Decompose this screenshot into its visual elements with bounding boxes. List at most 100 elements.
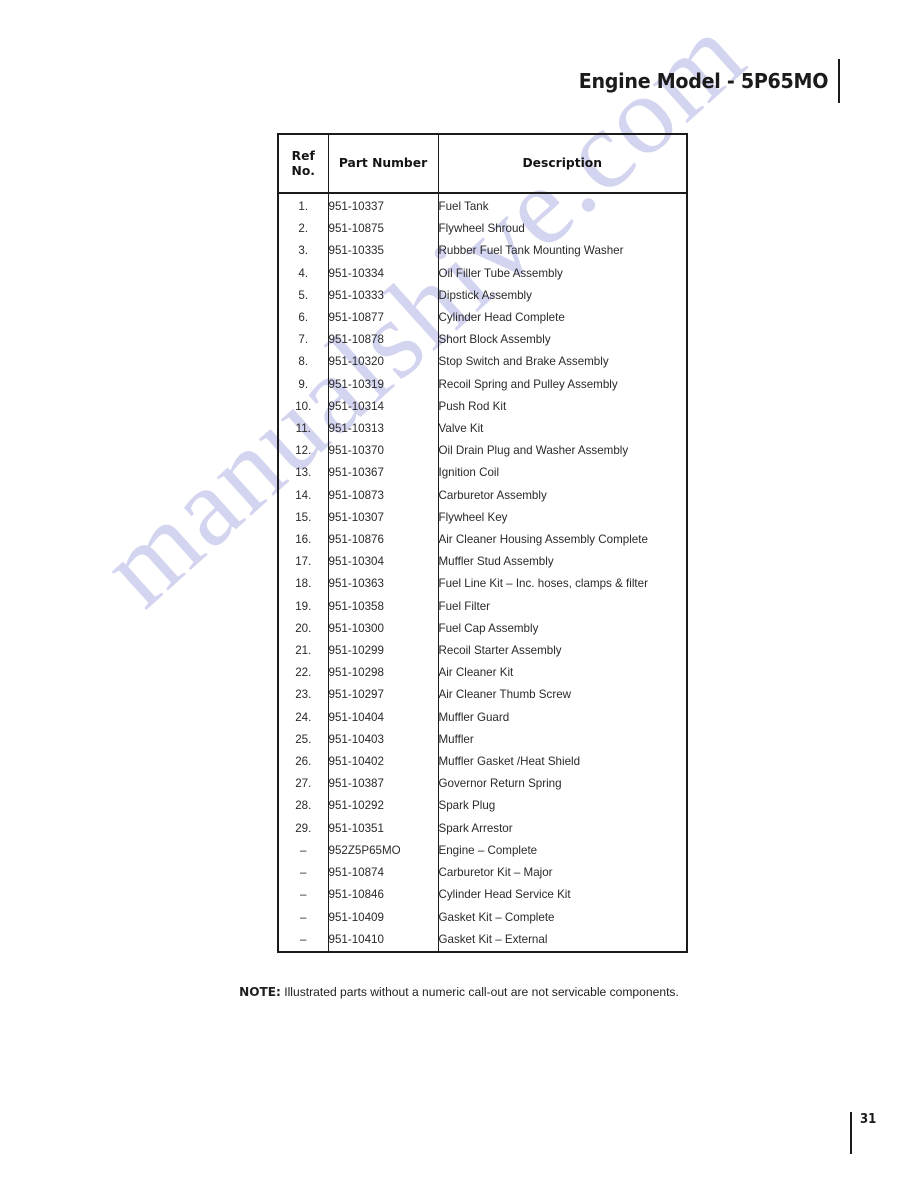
cell-ref-no: 5. (277, 284, 329, 308)
cell-part-number: 951-10846 (327, 884, 439, 907)
cell-ref-no: – (277, 928, 329, 952)
cell-part-number: 951-10351 (327, 817, 439, 840)
cell-part-number: 951-10876 (327, 529, 439, 552)
table-row: 26. 951-10402 Muffler Gasket /Heat Shield (277, 751, 688, 774)
cell-description: Flywheel Shroud (437, 218, 688, 241)
cell-ref-no: 1. (277, 193, 329, 219)
column-header-description: Description (437, 133, 688, 194)
cell-ref-no: 14. (277, 484, 329, 507)
cell-part-number: 951-10874 (327, 862, 439, 885)
table-row: –952Z5P65MO Engine – Complete (277, 839, 688, 863)
cell-part-number: 951-10320 (327, 351, 439, 374)
cell-ref-no: – (277, 862, 329, 885)
cell-part-number: 951-10878 (327, 329, 439, 352)
cell-part-number: 951-10875 (327, 218, 439, 241)
cell-part-number: 951-10292 (327, 795, 439, 818)
cell-part-number: 951-10314 (327, 395, 439, 419)
cell-description: Air Cleaner Housing Assembly Complete (437, 529, 688, 552)
cell-description: Recoil Spring and Pulley Assembly (437, 373, 688, 396)
table-row: 20. 951-10300 Fuel Cap Assembly (277, 617, 688, 641)
cell-part-number: 952Z5P65MO (327, 839, 439, 863)
table-row: 16. 951-10876 Air Cleaner Housing Assembly… (277, 529, 688, 552)
table-row: 10. 951-10314 Push Rod Kit (277, 395, 688, 419)
cell-ref-no: 18. (277, 573, 329, 596)
table-row: 8. 951-10320 Stop Switch and Brake Assembl… (277, 351, 688, 374)
table-row: 11. 951-10313 Valve Kit (277, 418, 688, 441)
table-row: 24. 951-10404 Muffler Guard (277, 706, 688, 729)
table-row: 25. 951-10403 Muffler (277, 728, 688, 752)
cell-description: Oil Drain Plug and Washer Assembly (437, 440, 688, 463)
cell-ref-no: 20. (277, 617, 329, 641)
cell-description: Fuel Tank (437, 193, 688, 219)
note-label: NOTE: (239, 985, 281, 999)
cell-part-number: 951-10358 (327, 595, 439, 618)
table-row: 19. 951-10358 Fuel Filter (277, 595, 688, 618)
cell-part-number: 951-10297 (327, 684, 439, 707)
table-row: 5. 951-10333 Dipstick Assembly (277, 284, 688, 308)
cell-description: Fuel Cap Assembly (437, 617, 688, 641)
cell-ref-no: 12. (277, 440, 329, 463)
cell-part-number: 951-10298 (327, 662, 439, 685)
cell-description: Valve Kit (437, 418, 688, 441)
cell-ref-no: 15. (277, 506, 329, 530)
table-row: 4. 951-10334 Oil Filler Tube Assembly (277, 262, 688, 285)
cell-description: Muffler (437, 728, 688, 752)
column-header-ref-line1: Ref (291, 149, 315, 163)
cell-ref-no: 22. (277, 662, 329, 685)
cell-part-number: 951-10404 (327, 706, 439, 729)
column-header-ref-line2: No. (291, 163, 315, 178)
cell-description: Carburetor Kit – Major (437, 862, 688, 885)
cell-description: Short Block Assembly (437, 329, 688, 352)
header-rule-divider (837, 59, 840, 103)
cell-description: Dipstick Assembly (437, 284, 688, 308)
table-row: 9. 951-10319 Recoil Spring and Pulley Asse… (277, 373, 688, 396)
cell-part-number: 951-10337 (327, 193, 439, 219)
footer-rule-divider (849, 1112, 852, 1154)
cell-description: Stop Switch and Brake Assembly (437, 351, 688, 374)
cell-ref-no: – (277, 839, 329, 863)
table-row: 7. 951-10878 Short Block Assembly (277, 329, 688, 352)
cell-ref-no: 25. (277, 728, 329, 752)
cell-ref-no: 8. (277, 351, 329, 374)
cell-description: Muffler Guard (437, 706, 688, 729)
table-row: 15. 951-10307 Flywheel Key (277, 506, 688, 530)
table-row: 14. 951-10873 Carburetor Assembly (277, 484, 688, 507)
cell-description: Air Cleaner Kit (437, 662, 688, 685)
table-row: –951-10874 Carburetor Kit – Major (277, 862, 688, 885)
cell-description: Fuel Line Kit – Inc. hoses, clamps & fil… (437, 573, 688, 596)
cell-part-number: 951-10333 (327, 284, 439, 308)
table-row: –951-10410 Gasket Kit – External (277, 928, 688, 952)
cell-ref-no: – (277, 906, 329, 929)
table-row: 28. 951-10292 Spark Plug (277, 795, 688, 818)
cell-description: Engine – Complete (437, 839, 688, 863)
table-row: 3. 951-10335 Rubber Fuel Tank Mounting Was… (277, 240, 688, 263)
cell-ref-no: 13. (277, 462, 329, 485)
cell-part-number: 951-10409 (327, 906, 439, 929)
cell-description: Cylinder Head Service Kit (437, 884, 688, 907)
table-row: 23. 951-10297 Air Cleaner Thumb Screw (277, 684, 688, 707)
cell-ref-no: 17. (277, 551, 329, 574)
table-body: 1. 951-10337 Fuel Tank 2. 951-10875 Flywheel … (277, 193, 688, 952)
cell-ref-no: 6. (277, 307, 329, 330)
cell-description: Push Rod Kit (437, 395, 688, 419)
cell-ref-no: 28. (277, 795, 329, 818)
page-footer: 31 (849, 1112, 878, 1154)
cell-ref-no: 24. (277, 706, 329, 729)
cell-part-number: 951-10403 (327, 728, 439, 752)
parts-table: Ref No. Part Number Description 1. 951-10… (277, 133, 688, 953)
cell-description: Cylinder Head Complete (437, 307, 688, 330)
note-line: NOTE: Illustrated parts without a numeri… (0, 985, 918, 999)
cell-part-number: 951-10410 (327, 928, 439, 952)
parts-table-container: Ref No. Part Number Description 1. 951-10… (277, 133, 688, 953)
table-row: 22. 951-10298 Air Cleaner Kit (277, 662, 688, 685)
table-row: 12. 951-10370 Oil Drain Plug and Washer As… (277, 440, 688, 463)
cell-description: Flywheel Key (437, 506, 688, 530)
cell-description: Spark Arrestor (437, 817, 688, 840)
cell-description: Fuel Filter (437, 595, 688, 618)
table-row: 6. 951-10877 Cylinder Head Complete (277, 307, 688, 330)
cell-description: Carburetor Assembly (437, 484, 688, 507)
cell-description: Ignition Coil (437, 462, 688, 485)
table-row: 13. 951-10367 Ignition Coil (277, 462, 688, 485)
cell-ref-no: 26. (277, 751, 329, 774)
cell-part-number: 951-10363 (327, 573, 439, 596)
